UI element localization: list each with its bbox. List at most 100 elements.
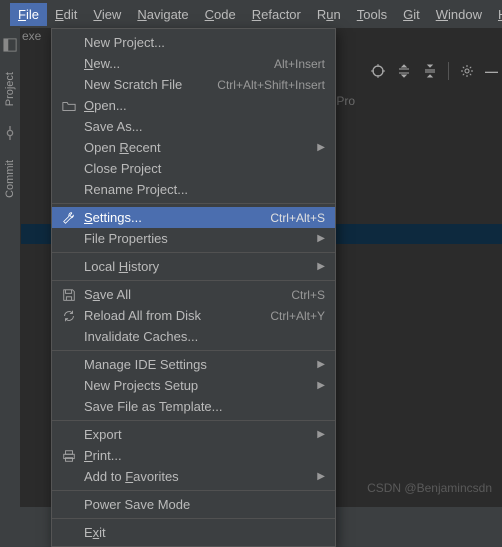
blank-icon [60, 78, 78, 92]
menuitem-save-file-as-template[interactable]: Save File as Template... [52, 396, 335, 417]
blank-icon [60, 36, 78, 50]
commit-tool-label[interactable]: Commit [4, 160, 16, 198]
blank-icon [60, 428, 78, 442]
menu-help[interactable]: Help [490, 3, 502, 26]
menuitem-save-all[interactable]: Save AllCtrl+S [52, 284, 335, 305]
menuitem-new[interactable]: New...Alt+Insert [52, 53, 335, 74]
menuitem-label: Local History [84, 259, 311, 274]
menuitem-save-as[interactable]: Save As... [52, 116, 335, 137]
menuitem-print[interactable]: Print... [52, 445, 335, 466]
menubar: FileEditViewNavigateCodeRefactorRunTools… [0, 0, 502, 28]
menuitem-label: Open Recent [84, 140, 311, 155]
menu-git[interactable]: Git [395, 3, 428, 26]
menuitem-file-properties[interactable]: File Properties▶ [52, 228, 335, 249]
menuitem-label: Save As... [84, 119, 325, 134]
menuitem-local-history[interactable]: Local History▶ [52, 256, 335, 277]
blank-icon [60, 498, 78, 512]
menu-code[interactable]: Code [197, 3, 244, 26]
menuitem-add-to-favorites[interactable]: Add to Favorites ▶ [52, 466, 335, 487]
blank-icon [60, 232, 78, 246]
menuitem-open-recent[interactable]: Open Recent▶ [52, 137, 335, 158]
menuitem-shortcut: Alt+Insert [274, 57, 325, 71]
main-area: Project Commit exe — clePro CSDN @Benjam… [0, 28, 502, 507]
menuitem-invalidate-caches[interactable]: Invalidate Caches... [52, 326, 335, 347]
menuitem-label: Invalidate Caches... [84, 329, 325, 344]
menuitem-label: Add to Favorites [84, 469, 311, 484]
path-fragment: exe [22, 29, 41, 43]
blank-icon [60, 470, 78, 484]
menu-separator [52, 280, 335, 281]
menuitem-shortcut: Ctrl+Alt+Y [270, 309, 325, 323]
menuitem-close-project[interactable]: Close Project [52, 158, 335, 179]
menuitem-export[interactable]: Export ▶ [52, 424, 335, 445]
menu-separator [52, 252, 335, 253]
menuitem-label: New Project... [84, 35, 325, 50]
menuitem-power-save-mode[interactable]: Power Save Mode [52, 494, 335, 515]
menu-window[interactable]: Window [428, 3, 490, 26]
menu-navigate[interactable]: Navigate [129, 3, 196, 26]
commit-tool-icon[interactable] [3, 126, 17, 140]
toolbar-divider [448, 62, 449, 80]
save-icon [60, 288, 78, 302]
menu-separator [52, 518, 335, 519]
blank-icon [60, 526, 78, 540]
menu-separator [52, 420, 335, 421]
menuitem-new-projects-setup[interactable]: New Projects Setup▶ [52, 375, 335, 396]
collapse-all-icon[interactable] [422, 63, 438, 79]
menu-file[interactable]: File [10, 3, 47, 26]
menuitem-label: Save All [84, 287, 291, 302]
blank-icon [60, 400, 78, 414]
menu-run[interactable]: Run [309, 3, 349, 26]
blank-icon [60, 57, 78, 71]
menuitem-label: Power Save Mode [84, 497, 325, 512]
menu-refactor[interactable]: Refactor [244, 3, 309, 26]
target-icon[interactable] [370, 63, 386, 79]
menuitem-manage-ide-settings[interactable]: Manage IDE Settings ▶ [52, 354, 335, 375]
project-tool-icon[interactable] [3, 38, 17, 52]
menuitem-label: Rename Project... [84, 182, 325, 197]
menu-separator [52, 350, 335, 351]
menuitem-rename-project[interactable]: Rename Project... [52, 179, 335, 200]
menuitem-new-project[interactable]: New Project... [52, 32, 335, 53]
menuitem-label: New Projects Setup [84, 378, 311, 393]
menuitem-shortcut: Ctrl+Alt+Shift+Insert [217, 78, 325, 92]
menuitem-label: Manage IDE Settings [84, 357, 311, 372]
menuitem-open[interactable]: Open... [52, 95, 335, 116]
menu-separator [52, 203, 335, 204]
menuitem-label: Open... [84, 98, 325, 113]
blank-icon [60, 379, 78, 393]
menuitem-label: Reload All from Disk [84, 308, 270, 323]
menuitem-label: New Scratch File [84, 77, 217, 92]
menuitem-exit[interactable]: Exit [52, 522, 335, 543]
menu-tools[interactable]: Tools [349, 3, 395, 26]
menu-separator [52, 490, 335, 491]
hide-icon[interactable]: — [485, 64, 498, 79]
menu-view[interactable]: View [85, 3, 129, 26]
gear-icon[interactable] [459, 63, 475, 79]
menuitem-shortcut: Ctrl+S [291, 288, 325, 302]
menuitem-label: Save File as Template... [84, 399, 325, 414]
menuitem-label: Close Project [84, 161, 325, 176]
editor-area: exe — clePro CSDN @Benjamincsdn New Proj… [21, 28, 502, 507]
blank-icon [60, 330, 78, 344]
menuitem-label: Export [84, 427, 311, 442]
blank-icon [60, 162, 78, 176]
expand-all-icon[interactable] [396, 63, 412, 79]
submenu-arrow-icon: ▶ [317, 359, 325, 370]
menuitem-label: New... [84, 56, 274, 71]
submenu-arrow-icon: ▶ [317, 471, 325, 482]
wrench-icon [60, 211, 78, 225]
blank-icon [60, 120, 78, 134]
project-tool-label[interactable]: Project [4, 72, 16, 106]
menuitem-settings[interactable]: Settings...Ctrl+Alt+S [52, 207, 335, 228]
submenu-arrow-icon: ▶ [317, 429, 325, 440]
menuitem-label: File Properties [84, 231, 311, 246]
left-gutter: Project Commit [0, 28, 21, 507]
menuitem-reload-all-from-disk[interactable]: Reload All from DiskCtrl+Alt+Y [52, 305, 335, 326]
reload-icon [60, 309, 78, 323]
menu-edit[interactable]: Edit [47, 3, 85, 26]
blank-icon [60, 141, 78, 155]
open-icon [60, 99, 78, 113]
menuitem-new-scratch-file[interactable]: New Scratch FileCtrl+Alt+Shift+Insert [52, 74, 335, 95]
blank-icon [60, 183, 78, 197]
